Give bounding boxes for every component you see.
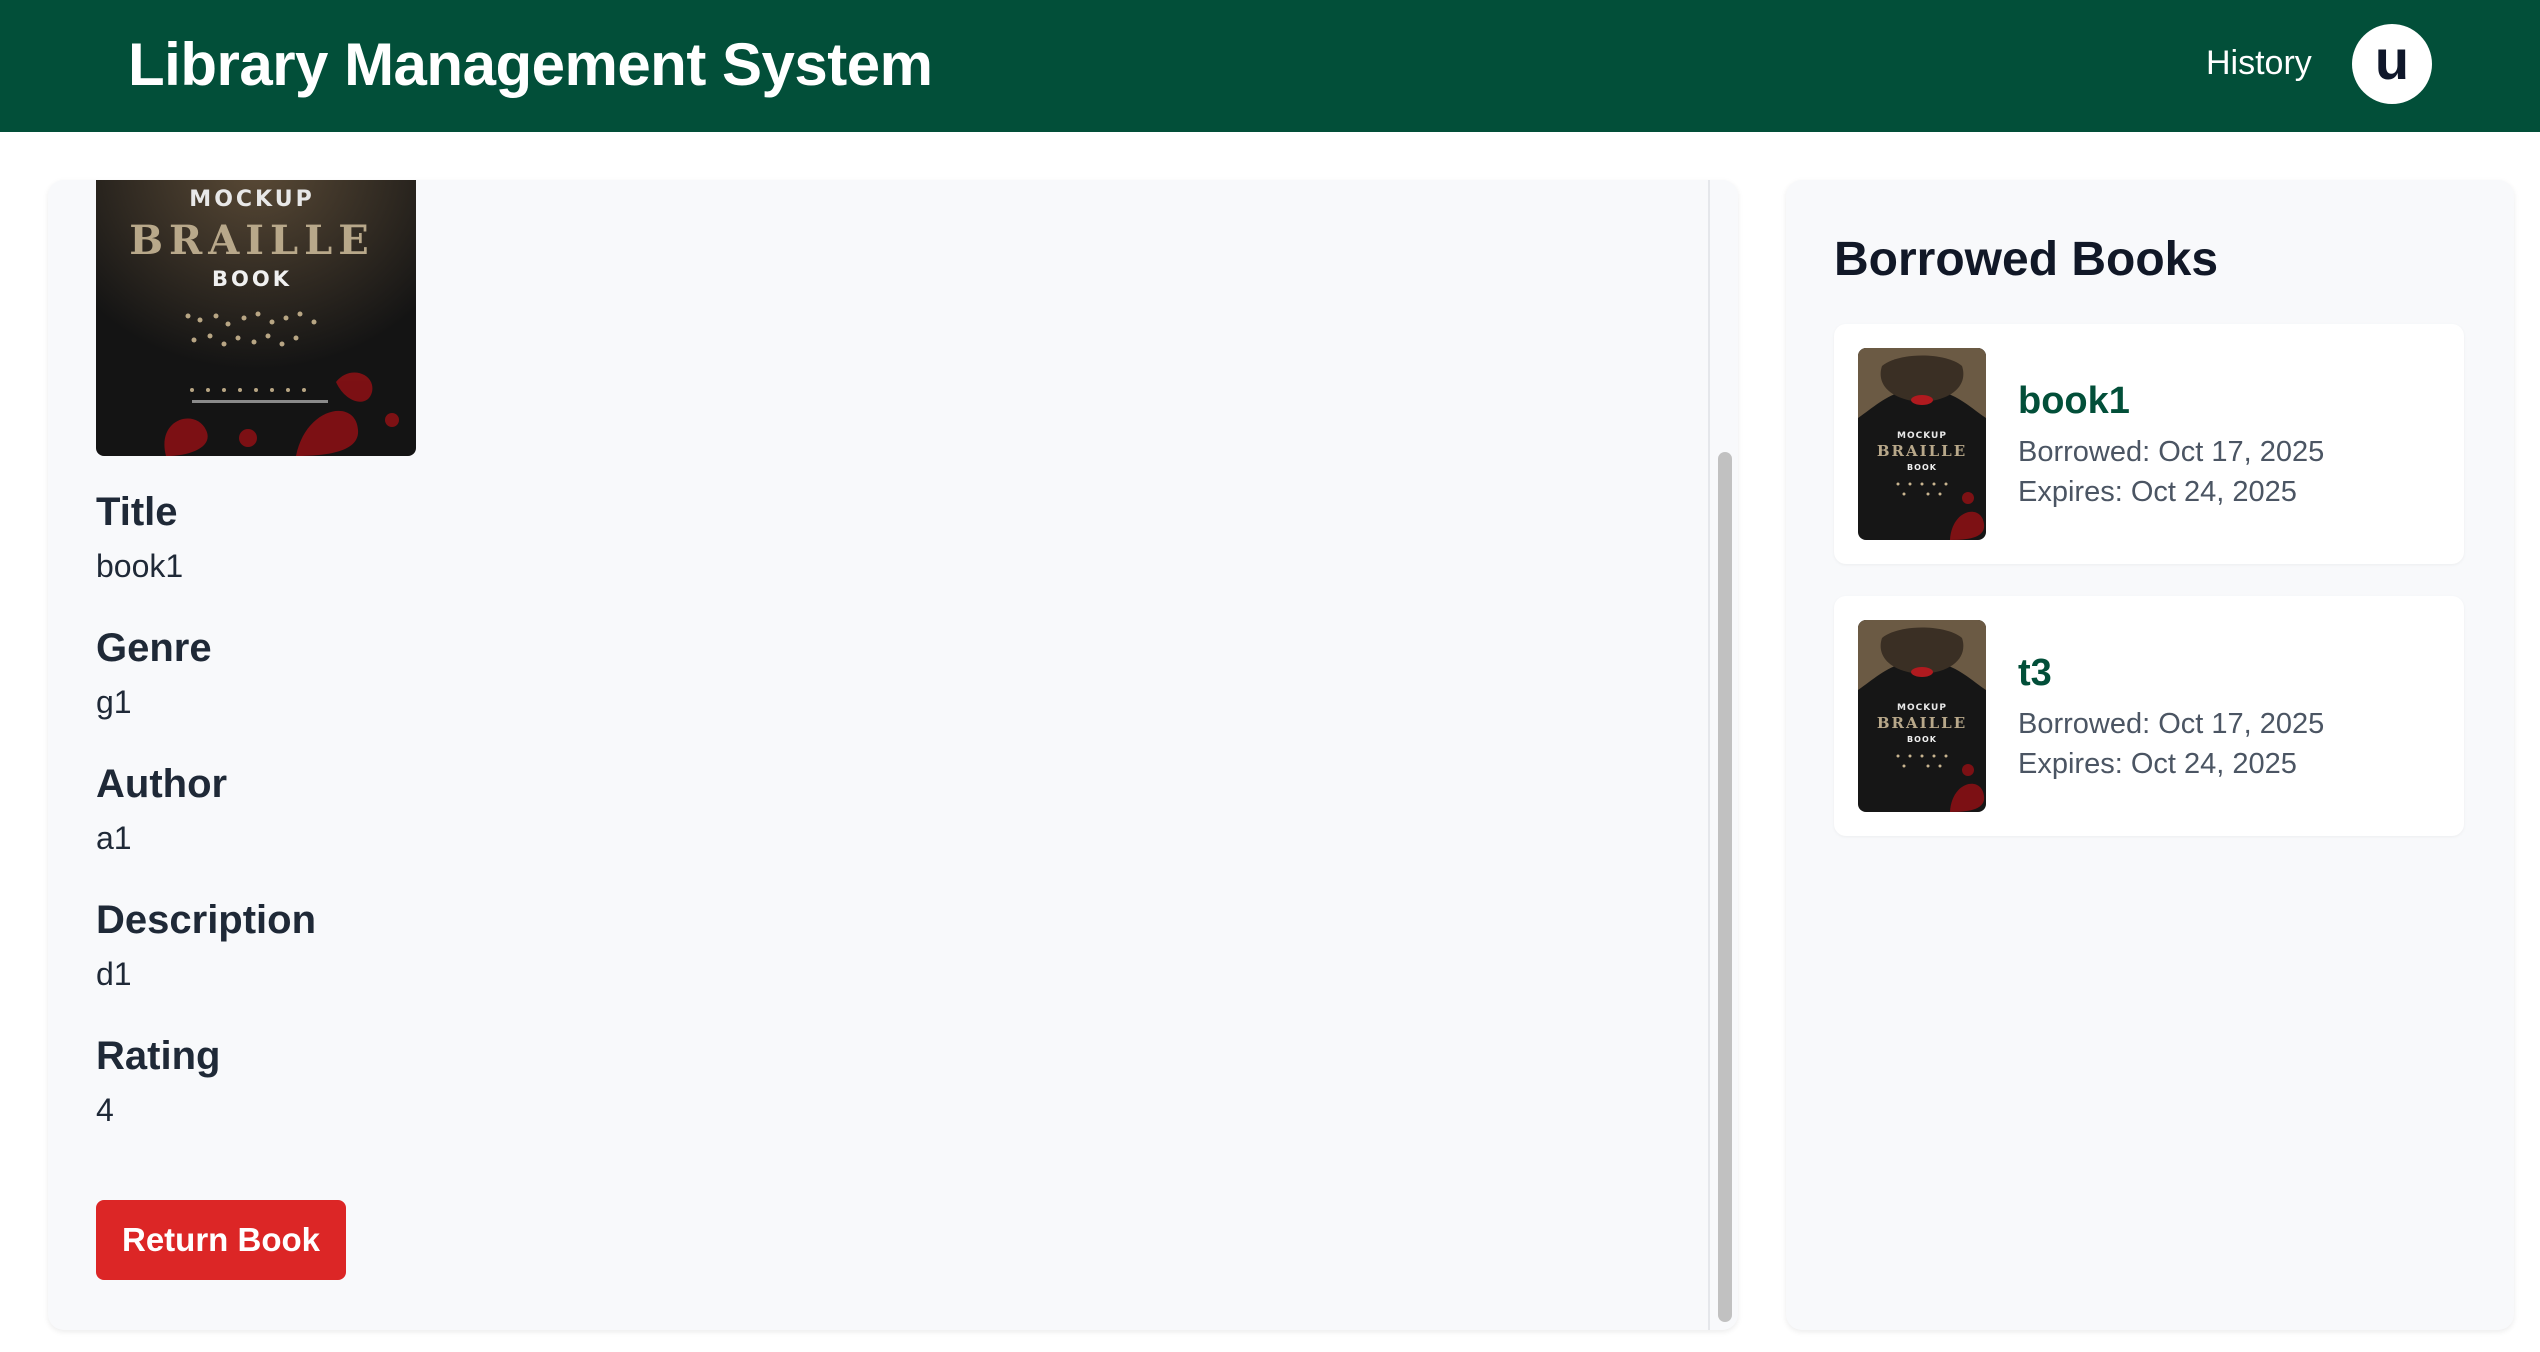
return-book-button[interactable]: Return Book	[96, 1200, 346, 1280]
thumb-text-mockup: MOCKUP	[1897, 703, 1947, 713]
description-label: Description	[96, 898, 317, 942]
author-label: Author	[96, 762, 228, 806]
borrowed-book-title-link[interactable]: t3	[2018, 652, 2052, 695]
borrowed-date: Borrowed: Oct 17, 2025	[2018, 436, 2325, 468]
cover-text-mockup: MOCKUP	[189, 187, 314, 212]
rating-value: 4	[96, 1092, 114, 1128]
cover-text-book: BOOK	[212, 267, 292, 291]
detail-scrollbar[interactable]	[1708, 180, 1738, 1330]
user-avatar[interactable]: u	[2352, 24, 2432, 104]
thumb-text-book: BOOK	[1907, 463, 1937, 472]
author-value: a1	[96, 820, 132, 856]
thumb-text-braille: BRAILLE	[1877, 442, 1967, 460]
expires-date: Expires: Oct 24, 2025	[2018, 476, 2297, 508]
thumb-text-book: BOOK	[1907, 735, 1937, 744]
borrowed-book-cover: MOCKUP BRAILLE BOOK	[1858, 348, 1986, 540]
borrowed-book-cover: MOCKUP BRAILLE BOOK	[1858, 620, 1986, 812]
genre-value: g1	[96, 684, 132, 720]
app-title: Library Management System	[128, 31, 933, 98]
description-value: d1	[96, 956, 132, 992]
title-label: Title	[96, 490, 178, 534]
borrowed-books-panel: Borrowed Books MOCKUP BRAILLE BOOK book1…	[1786, 180, 2514, 1330]
borrowed-date: Borrowed: Oct 17, 2025	[2018, 708, 2325, 740]
borrowed-books-heading: Borrowed Books	[1834, 233, 2219, 286]
cover-text-braille: BRAILLE	[129, 217, 375, 264]
genre-label: Genre	[96, 626, 212, 670]
detail-scrollbar-thumb[interactable]	[1718, 452, 1732, 1322]
expires-date: Expires: Oct 24, 2025	[2018, 748, 2297, 780]
history-link[interactable]: History	[2206, 44, 2312, 83]
borrowed-book-item[interactable]: MOCKUP BRAILLE BOOK t3 Borrowed: Oct 17,…	[1834, 596, 2464, 836]
book-detail-panel: MOCKUP BRAILLE BOOK Title book1 Genre g1…	[48, 180, 1738, 1330]
book-detail-scroll-area[interactable]: MOCKUP BRAILLE BOOK Title book1 Genre g1…	[48, 180, 1708, 1330]
book-cover-image: MOCKUP BRAILLE BOOK	[96, 180, 416, 456]
borrowed-book-item[interactable]: MOCKUP BRAILLE BOOK book1 Borrowed: Oct …	[1834, 324, 2464, 564]
thumb-text-mockup: MOCKUP	[1897, 431, 1947, 441]
top-navbar: Library Management System History u	[0, 0, 2540, 132]
title-value: book1	[96, 548, 184, 584]
borrowed-book-title-link[interactable]: book1	[2018, 380, 2130, 423]
thumb-text-braille: BRAILLE	[1877, 714, 1967, 732]
rating-label: Rating	[96, 1034, 221, 1078]
